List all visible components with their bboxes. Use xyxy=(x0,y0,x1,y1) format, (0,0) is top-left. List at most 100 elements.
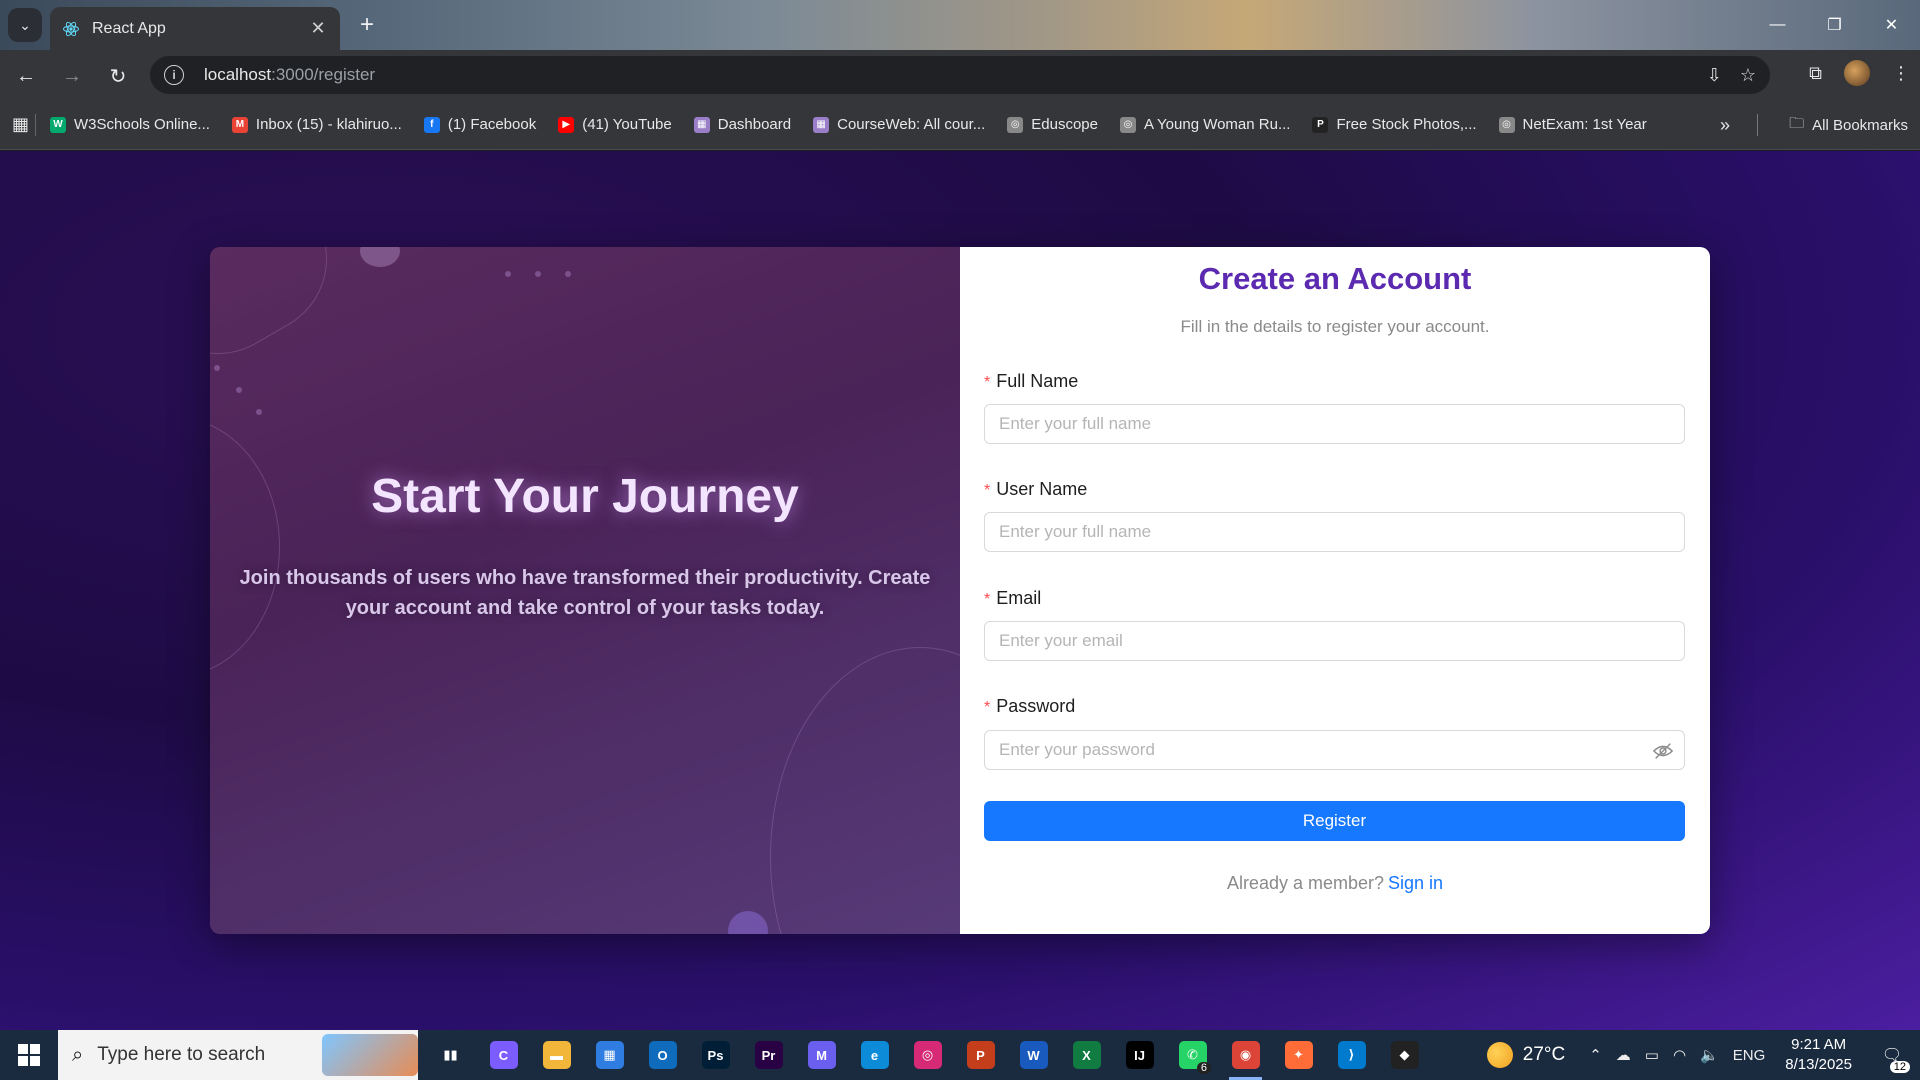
bookmark-favicon-icon: ◎ xyxy=(1498,116,1515,133)
more-bookmarks-icon[interactable]: » xyxy=(1720,100,1730,150)
signin-prompt: Already a member? Sign in xyxy=(960,873,1710,894)
close-window-icon[interactable]: ✕ xyxy=(1863,0,1920,50)
password-label-text: Password xyxy=(996,696,1076,716)
bookmark-item[interactable]: ▦ CourseWeb: All cour... xyxy=(813,116,985,133)
bookmark-item[interactable]: f (1) Facebook xyxy=(423,116,536,133)
browser-toolbar: ← → ↻ i localhost:3000/register ⇩ ☆ ⧉ ⋮ xyxy=(0,50,1920,100)
notification-count: 12 xyxy=(1889,1061,1910,1073)
notifications-button[interactable]: 🗨 12 xyxy=(1872,1045,1912,1073)
decorative-shape xyxy=(360,247,400,267)
copilot-icon: C xyxy=(489,1041,518,1069)
tab-react-app[interactable]: React App ✕ xyxy=(50,7,340,50)
language-indicator[interactable]: ENG xyxy=(1733,1047,1766,1064)
bookmark-item[interactable]: ◎ Eduscope xyxy=(1007,116,1098,133)
minimize-icon[interactable]: — xyxy=(1749,0,1806,50)
network-off-icon[interactable]: ☁ xyxy=(1616,1046,1631,1064)
taskbar-app-vscode[interactable]: ⟩ xyxy=(1325,1030,1378,1080)
search-icon: ⌕ xyxy=(72,1043,84,1066)
full-name-input[interactable] xyxy=(984,404,1685,444)
site-info-icon[interactable]: i xyxy=(164,65,184,85)
taskbar-app-postman[interactable]: ✦ xyxy=(1272,1030,1325,1080)
bookmark-item[interactable]: W W3Schools Online... xyxy=(50,116,210,133)
apps-grid-icon[interactable]: ▦ xyxy=(12,114,29,135)
user-name-label-text: User Name xyxy=(996,479,1088,499)
taskbar-app-photoshop[interactable]: Ps xyxy=(689,1030,742,1080)
bookmark-item[interactable]: P Free Stock Photos,... xyxy=(1312,116,1477,133)
taskbar-app-instagram[interactable]: ◎ xyxy=(901,1030,954,1080)
bookmark-item[interactable]: ◎ NetExam: 1st Year xyxy=(1498,116,1647,133)
new-tab-button[interactable]: + xyxy=(352,10,382,40)
tab-title: React App xyxy=(92,19,166,37)
taskbar-app-copilot[interactable]: C xyxy=(477,1030,530,1080)
menu-kebab-icon[interactable]: ⋮ xyxy=(1892,63,1910,84)
user-name-label: * User Name xyxy=(984,479,1087,500)
taskbar-app-microsoft-365[interactable]: M xyxy=(795,1030,848,1080)
form-title: Create an Account xyxy=(1198,261,1472,296)
taskbar-app-outlook[interactable]: O xyxy=(636,1030,689,1080)
weather-icon xyxy=(1486,1042,1513,1068)
bookmark-favicon-icon: ◎ xyxy=(1119,116,1136,133)
bookmark-item[interactable]: ◎ A Young Woman Ru... xyxy=(1119,116,1290,133)
hero-subtitle: Join thousands of users who have transfo… xyxy=(239,567,931,619)
taskbar-app-task-view[interactable]: ▮▮ xyxy=(424,1030,477,1080)
full-name-label-text: Full Name xyxy=(996,371,1079,391)
taskbar-app-intellij[interactable]: IJ xyxy=(1113,1030,1166,1080)
register-button[interactable]: Register xyxy=(984,801,1685,841)
bookmark-star-icon[interactable]: ☆ xyxy=(1740,65,1756,86)
instagram-icon: ◎ xyxy=(913,1041,942,1069)
install-app-icon[interactable]: ⇩ xyxy=(1707,65,1722,86)
taskbar-app-microsoft-store[interactable]: ▦ xyxy=(583,1030,636,1080)
weather-widget[interactable]: 27°C xyxy=(1486,1042,1565,1068)
premiere-icon: Pr xyxy=(754,1041,783,1069)
volume-icon[interactable]: 🔈 xyxy=(1700,1046,1719,1064)
chevron-up-icon[interactable]: ⌃ xyxy=(1589,1046,1602,1064)
taskbar-app-powerpoint[interactable]: P xyxy=(954,1030,1007,1080)
microsoft-store-icon: ▦ xyxy=(595,1041,624,1069)
extensions-icon[interactable]: ⧉ xyxy=(1809,63,1822,84)
bookmark-favicon-icon: ▶ xyxy=(558,116,575,133)
signin-link[interactable]: Sign in xyxy=(1388,873,1443,893)
taskbar-search[interactable]: ⌕ Type here to search xyxy=(58,1030,418,1080)
wifi-icon[interactable]: ◠ xyxy=(1673,1046,1686,1064)
windows-taskbar: ⌕ Type here to search ▮▮ C ▬ ▦ O Ps Pr Me ◎ P W X IJ… xyxy=(0,1030,1920,1080)
required-marker: * xyxy=(984,591,991,608)
intellij-icon: IJ xyxy=(1125,1041,1154,1069)
bookmark-item[interactable]: ▶ (41) YouTube xyxy=(558,116,672,133)
battery-icon[interactable]: ▭ xyxy=(1645,1046,1659,1064)
microsoft-365-icon: M xyxy=(807,1041,836,1069)
required-marker: * xyxy=(984,374,991,391)
email-label: * Email xyxy=(984,588,1041,609)
close-tab-icon[interactable]: ✕ xyxy=(308,18,328,39)
clock[interactable]: 9:21 AM 8/13/2025 xyxy=(1785,1035,1852,1075)
restore-icon[interactable]: ❐ xyxy=(1806,0,1863,50)
email-input[interactable] xyxy=(984,621,1685,661)
edge-icon: e xyxy=(860,1041,889,1069)
tab-search-button[interactable]: ⌄ xyxy=(8,8,42,42)
taskbar-apps: ▮▮ C ▬ ▦ O Ps Pr Me ◎ P W X IJ ✆ 6 ◉ ✦ ⟩ ◆ xyxy=(424,1030,1431,1080)
bookmark-item[interactable]: ▦ Dashboard xyxy=(693,116,791,133)
register-form: Create an Account Fill in the details to… xyxy=(960,247,1710,934)
password-input[interactable] xyxy=(984,730,1685,770)
taskbar-app-premiere[interactable]: Pr xyxy=(742,1030,795,1080)
bookmark-item[interactable]: M Inbox (15) - klahiruo... xyxy=(231,116,402,133)
address-bar[interactable]: i localhost:3000/register ⇩ ☆ xyxy=(150,56,1770,94)
start-button[interactable] xyxy=(0,1030,58,1080)
back-arrow-icon[interactable]: ← xyxy=(10,60,42,92)
all-bookmarks-folder[interactable]: 🗀 All Bookmarks xyxy=(1789,100,1908,150)
taskbar-app-unity[interactable]: ◆ xyxy=(1378,1030,1431,1080)
eye-invisible-icon[interactable] xyxy=(1652,741,1674,761)
taskbar-app-word[interactable]: W xyxy=(1007,1030,1060,1080)
user-name-input[interactable] xyxy=(984,512,1685,552)
forward-arrow-icon[interactable]: → xyxy=(56,60,88,92)
taskbar-app-file-explorer[interactable]: ▬ xyxy=(530,1030,583,1080)
taskbar-app-excel[interactable]: X xyxy=(1060,1030,1113,1080)
full-name-label: * Full Name xyxy=(984,371,1078,392)
taskbar-app-edge[interactable]: e xyxy=(848,1030,901,1080)
url-text[interactable]: localhost:3000/register xyxy=(204,65,375,85)
reload-icon[interactable]: ↻ xyxy=(102,60,134,92)
taskbar-app-whatsapp[interactable]: ✆ 6 xyxy=(1166,1030,1219,1080)
profile-avatar[interactable] xyxy=(1844,60,1870,86)
folder-icon: 🗀 xyxy=(1789,114,1805,132)
taskbar-app-chrome[interactable]: ◉ xyxy=(1219,1030,1272,1080)
bookmark-label: NetExam: 1st Year xyxy=(1522,116,1647,133)
